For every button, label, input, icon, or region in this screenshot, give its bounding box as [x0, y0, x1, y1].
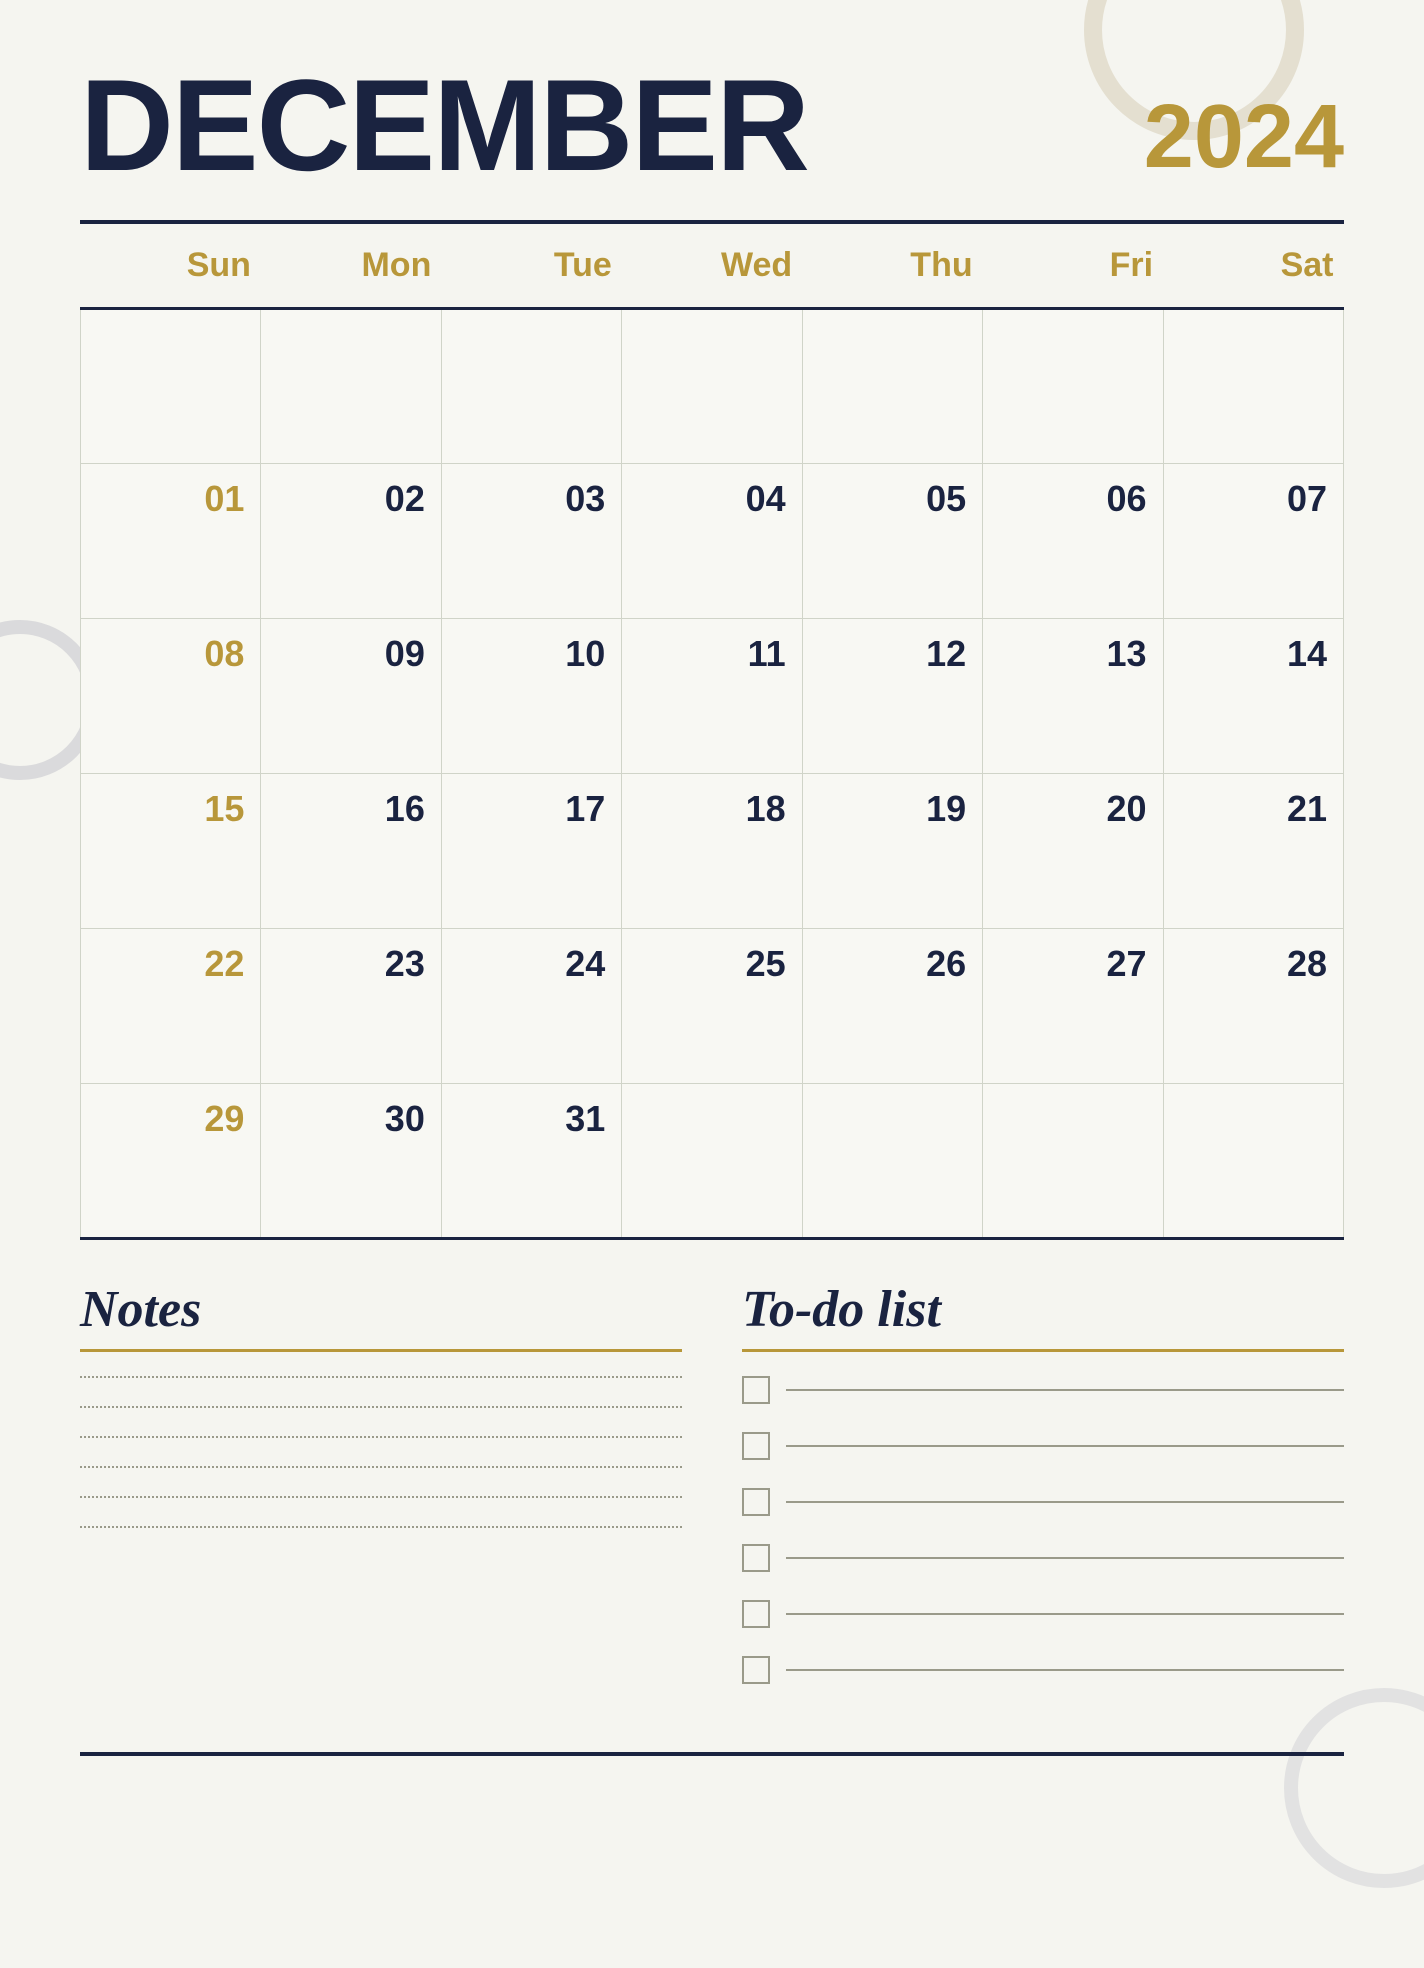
- day-cell: 15: [81, 774, 261, 929]
- month-title: DECEMBER: [80, 60, 808, 190]
- week-row: 22 23 24 25 26 27 28: [81, 929, 1344, 1084]
- notes-line-3: [80, 1436, 682, 1438]
- day-cell: 21: [1163, 774, 1343, 929]
- day-cell: 20: [983, 774, 1163, 929]
- todo-checkbox-4[interactable]: [742, 1544, 770, 1572]
- header-tue: Tue: [441, 224, 621, 309]
- week-row: 29 30 31: [81, 1084, 1344, 1239]
- notes-line-5: [80, 1496, 682, 1498]
- day-cell: 23: [261, 929, 441, 1084]
- day-cell: 31: [441, 1084, 621, 1239]
- year-title: 2024: [1144, 92, 1344, 190]
- header-wed: Wed: [622, 224, 802, 309]
- day-cell: [802, 1084, 982, 1239]
- day-cell: 17: [441, 774, 621, 929]
- day-cell: [622, 309, 802, 464]
- day-cell: [802, 309, 982, 464]
- calendar-table: Sun Mon Tue Wed Thu Fri Sat: [80, 224, 1344, 1240]
- todo-item-1: [742, 1376, 1344, 1404]
- day-cell: 11: [622, 619, 802, 774]
- day-cell: 14: [1163, 619, 1343, 774]
- header-sat: Sat: [1163, 224, 1343, 309]
- day-cell: 25: [622, 929, 802, 1084]
- notes-line-1: [80, 1376, 682, 1378]
- day-cell: 12: [802, 619, 982, 774]
- day-cell: 29: [81, 1084, 261, 1239]
- todo-checkbox-1[interactable]: [742, 1376, 770, 1404]
- day-cell: 10: [441, 619, 621, 774]
- day-cell: [81, 309, 261, 464]
- notes-line-2: [80, 1406, 682, 1408]
- todo-item-line-1: [786, 1389, 1344, 1391]
- todo-divider: [742, 1349, 1344, 1352]
- bottom-border: [80, 1752, 1344, 1756]
- day-cell: 05: [802, 464, 982, 619]
- todo-item-6: [742, 1656, 1344, 1684]
- week-row: 01 02 03 04 05 06 07: [81, 464, 1344, 619]
- days-header-row: Sun Mon Tue Wed Thu Fri Sat: [81, 224, 1344, 309]
- week-row: 08 09 10 11 12 13 14: [81, 619, 1344, 774]
- header-mon: Mon: [261, 224, 441, 309]
- day-cell: [1163, 309, 1343, 464]
- notes-divider: [80, 1349, 682, 1352]
- todo-item-3: [742, 1488, 1344, 1516]
- todo-item-2: [742, 1432, 1344, 1460]
- day-cell: 27: [983, 929, 1163, 1084]
- day-cell: [983, 309, 1163, 464]
- day-cell: 19: [802, 774, 982, 929]
- todo-item-5: [742, 1600, 1344, 1628]
- todo-checkbox-6[interactable]: [742, 1656, 770, 1684]
- todo-checkbox-2[interactable]: [742, 1432, 770, 1460]
- notes-line-4: [80, 1466, 682, 1468]
- day-cell: [983, 1084, 1163, 1239]
- day-cell: [261, 309, 441, 464]
- todo-item-line-3: [786, 1501, 1344, 1503]
- day-cell: 24: [441, 929, 621, 1084]
- notes-line-6: [80, 1526, 682, 1528]
- todo-item-line-5: [786, 1613, 1344, 1615]
- todo-item-4: [742, 1544, 1344, 1572]
- day-cell: [622, 1084, 802, 1239]
- day-cell: 30: [261, 1084, 441, 1239]
- todo-item-line-4: [786, 1557, 1344, 1559]
- todo-item-line-6: [786, 1669, 1344, 1671]
- todo-title: To-do list: [742, 1280, 1344, 1339]
- day-cell: 28: [1163, 929, 1343, 1084]
- day-cell: 02: [261, 464, 441, 619]
- notes-title: Notes: [80, 1280, 682, 1339]
- todo-checkbox-3[interactable]: [742, 1488, 770, 1516]
- todo-checkbox-5[interactable]: [742, 1600, 770, 1628]
- calendar-header: DECEMBER 2024: [80, 60, 1344, 190]
- day-cell: 09: [261, 619, 441, 774]
- notes-section: Notes: [80, 1280, 682, 1712]
- todo-item-line-2: [786, 1445, 1344, 1447]
- header-fri: Fri: [983, 224, 1163, 309]
- day-cell: 16: [261, 774, 441, 929]
- day-cell: 18: [622, 774, 802, 929]
- bottom-section: Notes To-do list: [80, 1280, 1344, 1712]
- header-thu: Thu: [802, 224, 982, 309]
- header-sun: Sun: [81, 224, 261, 309]
- week-row: 15 16 17 18 19 20 21: [81, 774, 1344, 929]
- calendar-page: DECEMBER 2024 Sun Mon Tue Wed Thu Fri Sa…: [0, 0, 1424, 1968]
- day-cell: 26: [802, 929, 982, 1084]
- day-cell: 01: [81, 464, 261, 619]
- day-cell: 22: [81, 929, 261, 1084]
- day-cell: 13: [983, 619, 1163, 774]
- day-cell: 04: [622, 464, 802, 619]
- day-cell: 03: [441, 464, 621, 619]
- day-cell: 07: [1163, 464, 1343, 619]
- day-cell: 06: [983, 464, 1163, 619]
- week-row: [81, 309, 1344, 464]
- day-cell: [441, 309, 621, 464]
- day-cell: 08: [81, 619, 261, 774]
- day-cell: [1163, 1084, 1343, 1239]
- todo-section: To-do list: [742, 1280, 1344, 1712]
